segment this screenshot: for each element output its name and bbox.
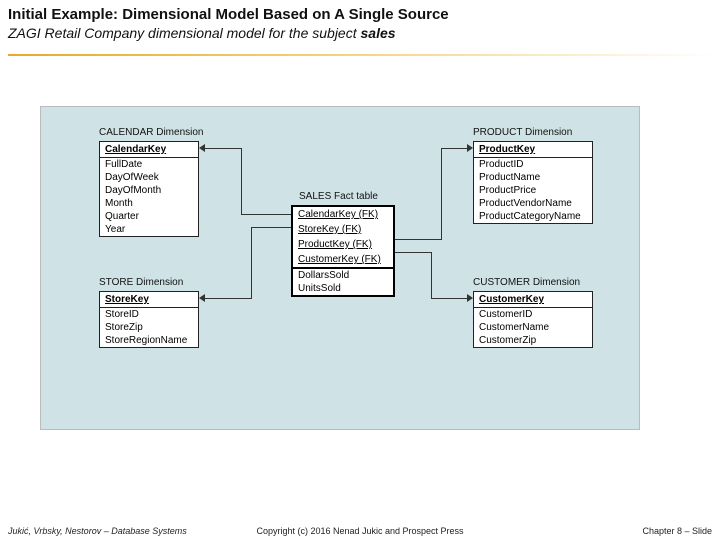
calendar-pk: CalendarKey	[100, 142, 198, 158]
arrow-right-icon	[467, 294, 473, 302]
product-pk: ProductKey	[474, 142, 592, 158]
connector	[395, 239, 441, 240]
connector	[205, 298, 251, 299]
slide: Initial Example: Dimensional Model Based…	[0, 0, 720, 540]
table-row: ProductCategoryName	[474, 210, 592, 223]
store-table: StoreKey StoreID StoreZip StoreRegionNam…	[99, 291, 199, 348]
calendar-title: CALENDAR Dimension	[99, 127, 203, 138]
fact-pk: CustomerKey (FK)	[293, 252, 393, 267]
subtitle-bold: sales	[361, 25, 396, 41]
calendar-table: CalendarKey FullDate DayOfWeek DayOfMont…	[99, 141, 199, 237]
connector	[431, 298, 467, 299]
product-title: PRODUCT Dimension	[473, 127, 572, 138]
diagram-container: CALENDAR Dimension CalendarKey FullDate …	[40, 106, 640, 430]
connector	[395, 252, 431, 253]
connector	[205, 148, 241, 149]
arrow-right-icon	[467, 144, 473, 152]
connector	[241, 148, 242, 215]
slide-subtitle: ZAGI Retail Company dimensional model fo…	[0, 23, 720, 45]
slide-footer: Jukić, Vrbsky, Nestorov – Database Syste…	[0, 520, 720, 536]
accent-divider	[8, 54, 720, 56]
table-row: Quarter	[100, 210, 198, 223]
fact-pk: ProductKey (FK)	[293, 237, 393, 252]
table-row: StoreZip	[100, 321, 198, 334]
table-row: DayOfWeek	[100, 171, 198, 184]
customer-pk: CustomerKey	[474, 292, 592, 308]
table-row: Month	[100, 197, 198, 210]
subtitle-prefix: ZAGI Retail Company dimensional model fo…	[8, 25, 361, 41]
arrow-left-icon	[199, 144, 205, 152]
table-row: CustomerName	[474, 321, 592, 334]
fact-pk: CalendarKey (FK)	[293, 207, 393, 222]
connector	[251, 227, 291, 228]
connector	[241, 214, 291, 215]
table-row: Year	[100, 223, 198, 236]
arrow-left-icon	[199, 294, 205, 302]
product-table: ProductKey ProductID ProductName Product…	[473, 141, 593, 224]
table-row: ProductPrice	[474, 184, 592, 197]
connector	[251, 227, 252, 299]
table-row: DayOfMonth	[100, 184, 198, 197]
footer-right: Chapter 8 – Slide	[642, 526, 712, 536]
connector	[441, 148, 467, 149]
dimensional-model-diagram: CALENDAR Dimension CalendarKey FullDate …	[41, 107, 639, 429]
fact-pk: StoreKey (FK)	[293, 222, 393, 237]
table-row: FullDate	[100, 158, 198, 171]
table-row: ProductID	[474, 158, 592, 171]
customer-table: CustomerKey CustomerID CustomerName Cust…	[473, 291, 593, 348]
fact-title: SALES Fact table	[299, 191, 378, 202]
table-row: StoreID	[100, 308, 198, 321]
store-title: STORE Dimension	[99, 277, 183, 288]
sales-fact-table: CalendarKey (FK) StoreKey (FK) ProductKe…	[291, 205, 395, 297]
table-row: CustomerID	[474, 308, 592, 321]
table-row: ProductName	[474, 171, 592, 184]
table-row: StoreRegionName	[100, 334, 198, 347]
footer-left: Jukić, Vrbsky, Nestorov – Database Syste…	[8, 526, 187, 536]
store-pk: StoreKey	[100, 292, 198, 308]
footer-center: Copyright (c) 2016 Nenad Jukic and Prosp…	[256, 526, 463, 536]
connector	[441, 148, 442, 240]
connector	[431, 252, 432, 299]
table-row: ProductVendorName	[474, 197, 592, 210]
slide-title: Initial Example: Dimensional Model Based…	[0, 0, 720, 23]
table-row: UnitsSold	[293, 282, 393, 295]
customer-title: CUSTOMER Dimension	[473, 277, 580, 288]
table-row: DollarsSold	[293, 269, 393, 282]
table-row: CustomerZip	[474, 334, 592, 347]
